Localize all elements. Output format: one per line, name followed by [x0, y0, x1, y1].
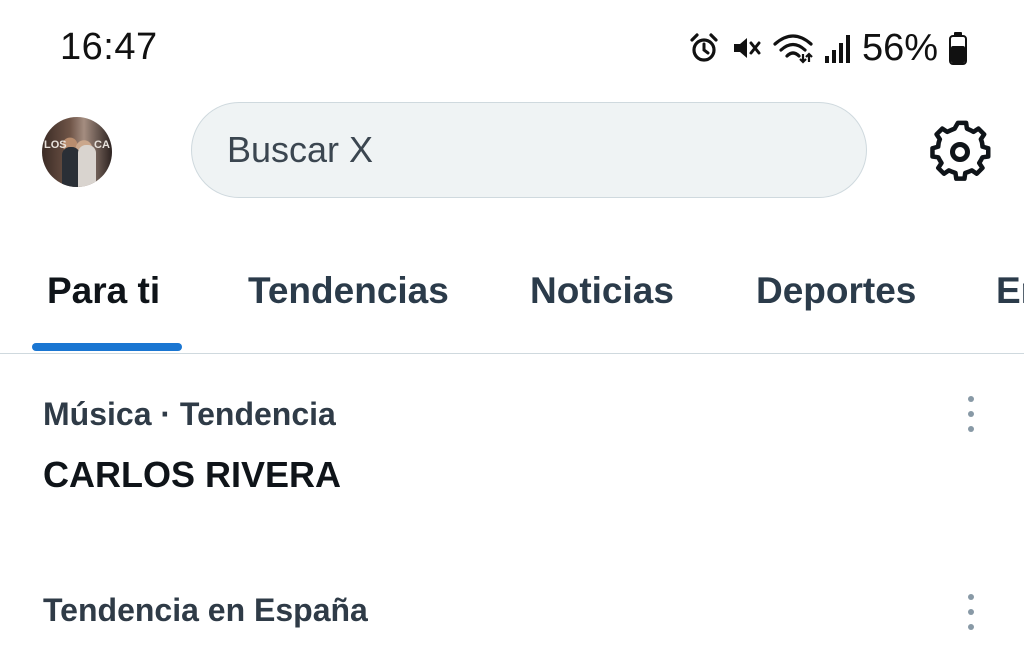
active-tab-indicator: [32, 343, 182, 351]
explore-screen: 16:47 56% LOS CA Buscar X Para ti Tenden…: [0, 0, 1024, 656]
search-bar[interactable]: [191, 102, 867, 198]
tab-noticias[interactable]: Noticias: [530, 270, 674, 312]
profile-avatar[interactable]: LOS CA: [42, 117, 112, 187]
more-options-icon[interactable]: [958, 394, 984, 434]
tab-entretenimiento[interactable]: En: [996, 270, 1024, 312]
trend-item[interactable]: Tendencia en España: [0, 590, 1024, 656]
settings-button[interactable]: [927, 119, 993, 185]
explore-tabs: Para ti Tendencias Noticias Deportes En: [0, 238, 1024, 354]
alarm-icon: [688, 32, 720, 64]
avatar-figure: [78, 145, 96, 187]
trend-category: Tendencia en España: [43, 592, 368, 628]
tab-tendencias[interactable]: Tendencias: [248, 270, 449, 312]
signal-icon: [824, 32, 852, 64]
trend-title: CARLOS RIVERA: [43, 454, 342, 495]
gear-icon: [930, 120, 991, 181]
trend-item[interactable]: Música · Tendencia CARLOS RIVERA: [0, 390, 1024, 510]
more-options-icon[interactable]: [958, 590, 984, 630]
battery-percentage: 56%: [861, 26, 938, 69]
tab-para-ti[interactable]: Para ti: [47, 270, 160, 312]
search-input[interactable]: [225, 128, 829, 172]
status-bar: 16:47 56%: [0, 0, 1024, 96]
battery-icon: [948, 31, 968, 65]
avatar-text-right: CA: [94, 139, 110, 151]
wifi-icon: [772, 32, 814, 64]
status-icons: 56%: [688, 26, 968, 70]
tab-deportes[interactable]: Deportes: [756, 270, 916, 312]
trend-category: Música · Tendencia: [43, 396, 336, 432]
status-time: 16:47: [60, 26, 158, 68]
mute-icon: [730, 32, 762, 64]
